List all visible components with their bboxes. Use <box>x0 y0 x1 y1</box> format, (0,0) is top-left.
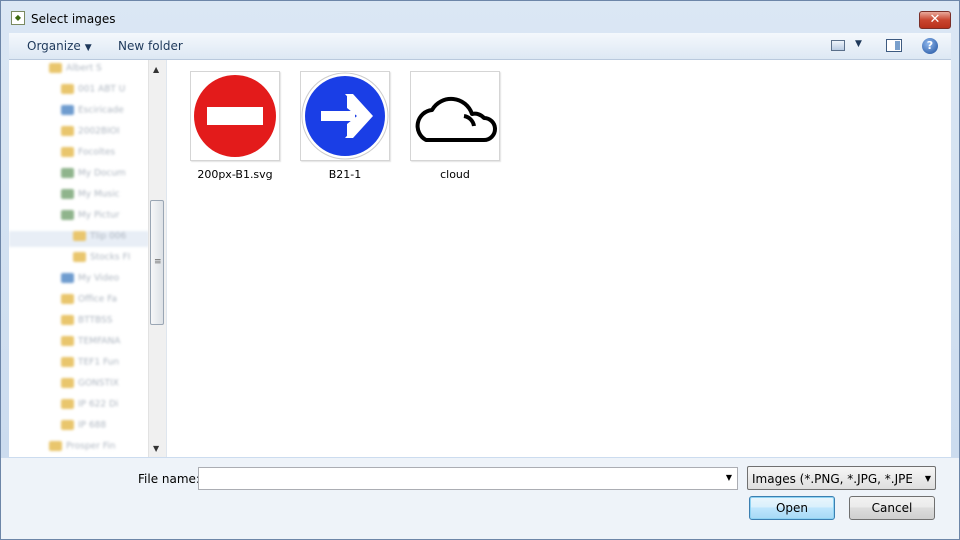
nav-tree-label: 001 ABT U <box>78 84 126 95</box>
nav-tree-item[interactable]: Prosper Fin <box>9 441 149 457</box>
folder-icon <box>61 84 74 94</box>
nav-tree-item[interactable]: Esciricade <box>9 105 149 121</box>
folder-icon <box>61 273 74 283</box>
folder-icon <box>61 420 74 430</box>
nav-tree-item[interactable]: My Pictur <box>9 210 149 226</box>
scroll-up-icon[interactable]: ▲ <box>153 65 159 74</box>
nav-tree-item[interactable]: BTTBSS <box>9 315 149 331</box>
file-name-label: File name: <box>138 472 200 486</box>
chevron-down-icon: ▼ <box>84 43 92 53</box>
dialog-footer: File name: ▼ Images (*.PNG, *.JPG, *.JPE… <box>1 458 959 539</box>
nav-tree-item[interactable]: My Music <box>9 189 149 205</box>
nav-tree-label: Prosper Fin <box>66 441 116 452</box>
folder-icon <box>61 126 74 136</box>
folder-icon <box>61 147 74 157</box>
grip-icon: ≡ <box>154 257 162 267</box>
nav-tree-item[interactable]: Focoltes <box>9 147 149 163</box>
title-bar: ◆ Select images ✕ <box>1 1 959 33</box>
toolbar: Organize ▼ New folder ▼ ? <box>9 33 951 60</box>
nav-tree-label: Office Fa <box>78 294 117 305</box>
nav-tree-label: Esciricade <box>78 105 124 116</box>
navigation-pane[interactable]: Albert S 001 ABT U Esciricade 2002BIOI Focol… <box>9 60 167 457</box>
file-item[interactable]: 200px-B1.svg <box>185 71 285 181</box>
help-icon[interactable]: ? <box>922 38 938 54</box>
file-name-input[interactable]: ▼ <box>198 467 738 490</box>
close-button[interactable]: ✕ <box>919 11 951 29</box>
file-type-value: Images (*.PNG, *.JPG, *.JPEG, *. <box>752 472 912 486</box>
nav-tree-label: Albert S <box>66 63 102 74</box>
file-name-dropdown-icon[interactable]: ▼ <box>726 473 732 482</box>
nav-tree-item[interactable]: My Docum <box>9 168 149 184</box>
folder-icon <box>61 105 74 115</box>
scroll-thumb[interactable]: ≡ <box>150 200 164 325</box>
folder-icon <box>61 378 74 388</box>
file-type-chevron-icon: ▼ <box>924 474 931 483</box>
nav-tree-label: GONSTIX <box>78 378 119 389</box>
nav-tree-label: 2002BIOI <box>78 126 120 137</box>
nav-tree-item[interactable]: GONSTIX <box>9 378 149 394</box>
scroll-down-icon[interactable]: ▼ <box>153 444 159 453</box>
nav-tree-label: My Video <box>78 273 120 284</box>
window-title: Select images <box>31 12 116 26</box>
right-arrow-sign-icon <box>300 71 390 161</box>
nav-tree-label: BTTBSS <box>78 315 113 326</box>
change-view-icon[interactable] <box>831 40 845 51</box>
cancel-button[interactable]: Cancel <box>849 496 935 520</box>
nav-tree-item[interactable]: Albert S <box>9 63 149 79</box>
folder-icon <box>61 399 74 409</box>
view-options-chevron-icon[interactable]: ▼ <box>855 39 862 49</box>
folder-icon <box>73 252 86 262</box>
file-list-area[interactable]: 200px-B1.svg B21-1 cloud <box>167 60 951 457</box>
file-item[interactable]: cloud <box>405 71 505 181</box>
nav-tree-item[interactable]: Stocks FI <box>9 252 149 268</box>
nav-tree-label: Tlip 006 <box>90 231 127 242</box>
nav-tree-label: TEMFANA <box>78 336 121 347</box>
folder-icon <box>61 357 74 367</box>
nav-tree-item[interactable]: IP 688 <box>9 420 149 436</box>
nav-tree-item[interactable]: TEF1 Fun <box>9 357 149 373</box>
nav-scrollbar[interactable]: ▲ ≡ ▼ <box>148 60 166 457</box>
folder-icon <box>73 231 86 241</box>
folder-icon <box>49 441 62 451</box>
nav-tree-item[interactable]: 2002BIOI <box>9 126 149 142</box>
nav-tree-item[interactable]: TEMFANA <box>9 336 149 352</box>
file-name-label: cloud <box>440 168 470 181</box>
organize-button[interactable]: Organize ▼ <box>27 39 92 53</box>
open-button[interactable]: Open <box>749 496 835 520</box>
nav-tree-item[interactable]: 001 ABT U <box>9 84 149 100</box>
folder-icon <box>61 210 74 220</box>
nav-tree-label: My Music <box>78 189 120 200</box>
folder-icon <box>49 63 62 73</box>
nav-tree-label: IP 622 Di <box>78 399 119 410</box>
nav-tree-label: Stocks FI <box>90 252 131 263</box>
nav-tree-item[interactable]: Office Fa <box>9 294 149 310</box>
folder-icon <box>61 294 74 304</box>
folder-icon <box>61 336 74 346</box>
preview-pane-icon[interactable] <box>886 39 902 52</box>
nav-tree-item[interactable]: My Video <box>9 273 149 289</box>
nav-tree-label: Focoltes <box>78 147 116 158</box>
folder-icon <box>61 168 74 178</box>
nav-tree-item[interactable]: Tlip 006 <box>9 231 149 247</box>
nav-tree-label: IP 688 <box>78 420 107 431</box>
file-type-select[interactable]: Images (*.PNG, *.JPG, *.JPEG, *. ▼ <box>747 466 936 490</box>
folder-icon <box>61 189 74 199</box>
app-icon: ◆ <box>11 11 25 25</box>
cloud-icon <box>410 71 500 161</box>
nav-tree-label: My Docum <box>78 168 126 179</box>
file-dialog-window: ◆ Select images ✕ Organize ▼ New folder ▼… <box>0 0 960 540</box>
file-name-label: 200px-B1.svg <box>197 168 273 181</box>
organize-label: Organize <box>27 39 81 53</box>
nav-tree-label: TEF1 Fun <box>78 357 120 368</box>
file-name-label: B21-1 <box>328 168 362 181</box>
file-item[interactable]: B21-1 <box>295 71 395 181</box>
new-folder-button[interactable]: New folder <box>118 39 183 53</box>
nav-tree-item[interactable]: IP 622 Di <box>9 399 149 415</box>
folder-icon <box>61 315 74 325</box>
nav-tree-label: My Pictur <box>78 210 120 221</box>
no-entry-sign-icon <box>190 71 280 161</box>
